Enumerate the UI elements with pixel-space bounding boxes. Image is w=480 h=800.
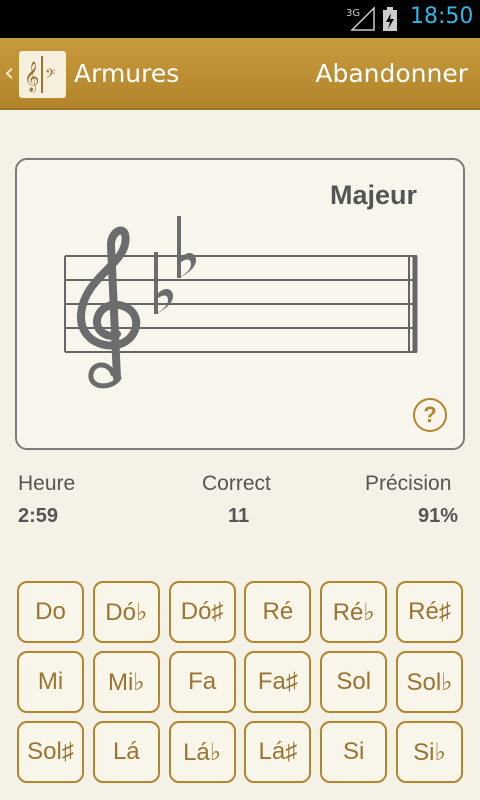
music-staff bbox=[64, 216, 418, 389]
abandon-button[interactable]: Abandonner bbox=[315, 59, 468, 88]
answer-button-la-flat[interactable]: Lá♭ bbox=[168, 721, 236, 783]
time-label: Heure bbox=[18, 472, 76, 495]
signal-3g-icon: 3G bbox=[346, 6, 375, 31]
battery-charging-icon bbox=[383, 7, 397, 31]
treble-clef-icon bbox=[77, 226, 141, 389]
answer-grid: Do Dó♭ Dó♯ Ré Ré♭ Ré♯ Mi Mi♭ Fa Fa♯ Sol … bbox=[17, 581, 463, 784]
answer-button-re[interactable]: Ré bbox=[244, 581, 312, 643]
svg-text:𝄞: 𝄞 bbox=[24, 61, 39, 93]
flat-b-icon bbox=[177, 216, 197, 278]
treble-bass-clef-logo-icon: 𝄞 𝄢 bbox=[24, 56, 55, 93]
status-bar: 3G 18:50 bbox=[0, 0, 480, 38]
action-bar: ‹ 𝄞 𝄢 Armures Abandonner bbox=[0, 38, 480, 110]
status-time: 18:50 bbox=[410, 4, 474, 29]
question-card: Majeur ? bbox=[15, 158, 465, 450]
app-logo[interactable]: 𝄞 𝄢 bbox=[19, 51, 66, 98]
screen-title: Armures bbox=[74, 59, 180, 88]
answer-button-do-flat[interactable]: Dó♭ bbox=[92, 581, 160, 643]
time-value: 2:59 bbox=[18, 505, 59, 527]
answer-button-re-flat[interactable]: Ré♭ bbox=[320, 581, 388, 643]
answer-button-si[interactable]: Si bbox=[320, 721, 388, 783]
key-signature bbox=[154, 216, 197, 314]
answer-button-do[interactable]: Do bbox=[17, 581, 84, 643]
answer-button-sol-flat[interactable]: Sol♭ bbox=[395, 651, 463, 713]
answer-button-la-sharp[interactable]: Lá♯ bbox=[244, 721, 312, 783]
answer-button-sol[interactable]: Sol bbox=[320, 651, 388, 713]
answer-button-mi-flat[interactable]: Mi♭ bbox=[92, 651, 160, 713]
answer-button-si-flat[interactable]: Si♭ bbox=[395, 721, 463, 783]
precision-value: 91% bbox=[418, 505, 459, 527]
help-icon[interactable]: ? bbox=[413, 398, 447, 432]
answer-button-sol-sharp[interactable]: Sol♯ bbox=[17, 721, 84, 783]
answer-button-fa-sharp[interactable]: Fa♯ bbox=[244, 651, 312, 713]
chevron-left-icon[interactable]: ‹ bbox=[4, 58, 14, 88]
correct-label: Correct bbox=[202, 472, 271, 495]
correct-value: 11 bbox=[228, 505, 250, 527]
answer-button-do-sharp[interactable]: Dó♯ bbox=[168, 581, 236, 643]
precision-label: Précision bbox=[365, 472, 452, 495]
answer-button-la[interactable]: Lá bbox=[92, 721, 160, 783]
svg-text:3G: 3G bbox=[346, 8, 360, 19]
answer-button-re-sharp[interactable]: Ré♯ bbox=[395, 581, 463, 643]
mode-label: Majeur bbox=[329, 180, 417, 210]
svg-text:𝄢: 𝄢 bbox=[45, 66, 55, 85]
answer-button-mi[interactable]: Mi bbox=[17, 651, 84, 713]
answer-button-fa[interactable]: Fa bbox=[168, 651, 236, 713]
